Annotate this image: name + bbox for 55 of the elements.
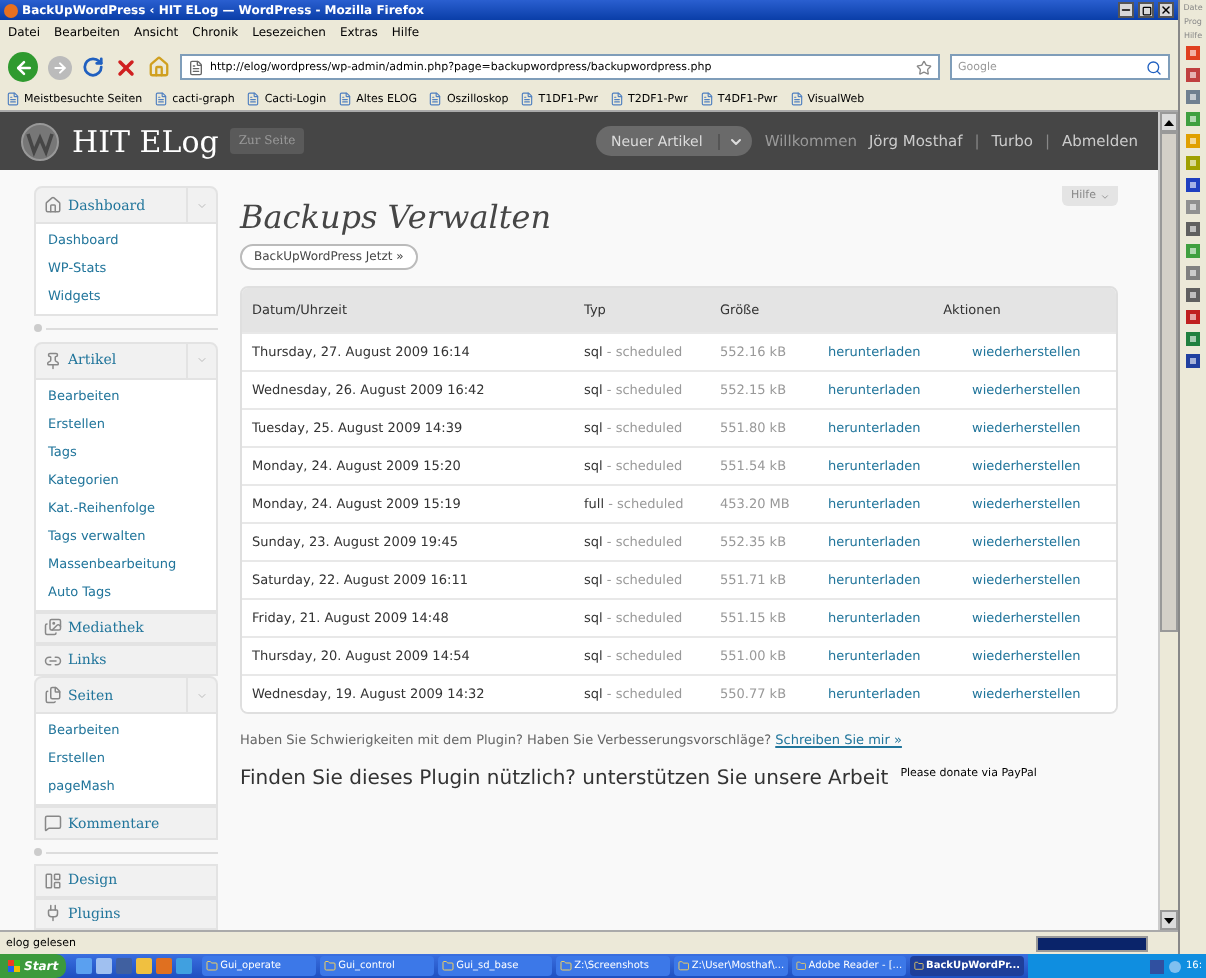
page-icon — [428, 92, 443, 106]
folder-icon — [442, 960, 455, 972]
menu-icon — [44, 814, 62, 833]
up-arrow-icon — [1164, 119, 1174, 125]
caret-icon — [196, 199, 208, 212]
caret-icon — [196, 689, 208, 702]
down-arrow-icon — [1164, 917, 1174, 923]
scrollbar-thumb[interactable] — [1160, 132, 1178, 632]
stop-icon[interactable] — [114, 55, 138, 79]
star-icon[interactable] — [916, 59, 932, 75]
close-icon — [1160, 4, 1172, 16]
page-icon — [699, 92, 714, 106]
site-name: HIT ELog — [72, 123, 219, 159]
menu-icon — [44, 871, 62, 890]
wordpress-logo — [20, 121, 60, 161]
folder-icon — [206, 960, 219, 972]
maximize-icon — [1141, 5, 1151, 15]
caret-icon — [1100, 191, 1110, 201]
page-icon — [6, 92, 20, 106]
menu-icon — [44, 351, 62, 370]
page-icon — [246, 92, 261, 106]
maximize-button[interactable] — [1138, 2, 1154, 18]
folder-icon — [560, 960, 573, 972]
folder-icon — [324, 960, 337, 972]
menu-icon — [44, 651, 62, 670]
forward-arrow-icon — [52, 59, 68, 75]
windows-logo-icon — [8, 960, 20, 972]
close-button[interactable] — [1158, 2, 1174, 18]
scroll-up-button[interactable] — [1160, 112, 1178, 132]
menu-icon — [44, 904, 62, 923]
page-icon — [520, 92, 535, 106]
back-button[interactable] — [8, 52, 38, 82]
caret-icon — [728, 133, 745, 149]
home-icon[interactable] — [148, 56, 170, 78]
page-icon — [154, 92, 169, 106]
menu-icon — [44, 196, 62, 215]
forward-button[interactable] — [48, 55, 72, 79]
page-title: Backups Verwalten — [240, 198, 552, 236]
back-arrow-icon — [13, 57, 33, 77]
page-icon — [188, 59, 204, 75]
folder-icon — [914, 960, 925, 972]
scroll-down-button[interactable] — [1160, 910, 1178, 930]
folder-icon — [678, 960, 690, 972]
caret-icon — [196, 354, 208, 367]
page-icon — [338, 92, 353, 106]
reload-icon[interactable] — [82, 56, 104, 78]
menu-icon — [44, 686, 62, 705]
minimize-button[interactable] — [1118, 2, 1134, 18]
menu-icon — [44, 618, 62, 637]
page-icon — [789, 92, 804, 106]
page-icon — [610, 92, 625, 106]
folder-icon — [796, 960, 807, 972]
search-icon[interactable] — [1146, 59, 1162, 75]
donate-text: Finden Sie dieses Plugin nützlich? unterstützen Sie unsere Arbeit — [240, 768, 889, 790]
minimize-icon — [1120, 4, 1132, 16]
